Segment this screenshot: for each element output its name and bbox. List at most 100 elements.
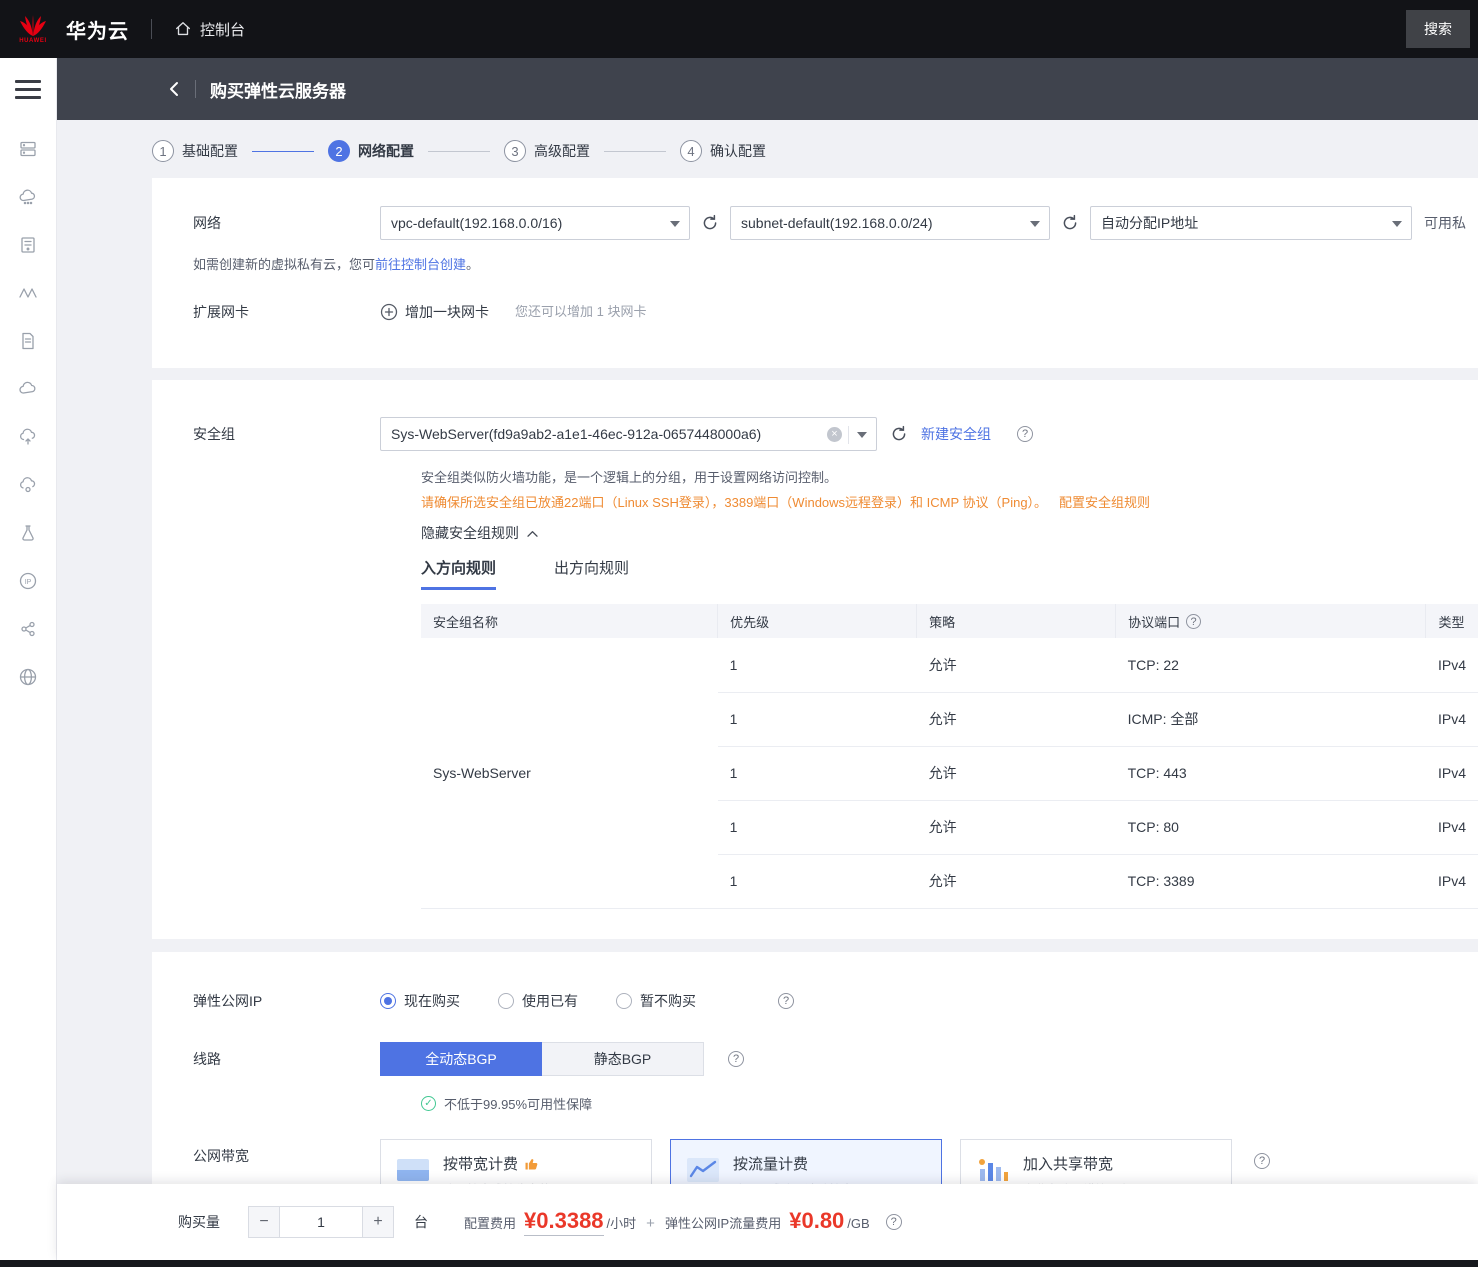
radio-label: 使用已有 (522, 992, 578, 1009)
chevron-down-icon (857, 432, 867, 438)
line-help-icon[interactable] (728, 1050, 744, 1067)
radio-use-existing[interactable]: 使用已有 (498, 991, 578, 1011)
search-button[interactable]: 搜索 (1406, 10, 1470, 48)
step-basic[interactable]: 1 基础配置 (152, 140, 238, 162)
nic-label: 扩展网卡 (193, 304, 249, 320)
bw-title: 按流量计费 (733, 1155, 809, 1173)
bandwidth-help-icon[interactable] (1254, 1152, 1270, 1169)
step-advanced[interactable]: 3 高级配置 (504, 140, 590, 162)
sidebar: IP (0, 58, 57, 1260)
new-security-group-link[interactable]: 新建安全组 (921, 424, 991, 444)
add-nic-button[interactable]: 增加一块网卡 (380, 295, 489, 329)
col-priority: 优先级 (717, 604, 918, 638)
server-stack-icon[interactable] (18, 139, 38, 159)
plus-sign: + (646, 1215, 655, 1232)
hide-rules-toggle[interactable]: 隐藏安全组规则 (421, 523, 1478, 543)
security-card: 安全组 Sys-WebServer(fd9a9ab2-a1e1-46ec-912… (152, 380, 1478, 939)
back-icon[interactable] (167, 81, 181, 97)
step-line (252, 150, 314, 152)
menu-icon[interactable] (15, 80, 41, 99)
step-confirm[interactable]: 4 确认配置 (680, 140, 766, 162)
step-3-label: 高级配置 (534, 143, 590, 159)
bw-card-shared[interactable]: 加入共享带宽 多业务流量错峰分布场景 (960, 1138, 1232, 1184)
flask-icon[interactable] (18, 523, 38, 543)
eip-label: 弹性公网IP (193, 992, 263, 1009)
type-cell: IPv4 (1425, 692, 1478, 747)
cloud-icon[interactable] (18, 379, 38, 399)
home-icon (174, 20, 192, 38)
bw-card-traffic[interactable]: 按流量计费 流量小或流量波动较大场景 (670, 1138, 942, 1185)
page-header: 购买弹性云服务器 (57, 58, 1478, 120)
policy-cell: 允许 (916, 746, 1116, 801)
quantity-input[interactable] (280, 1206, 362, 1238)
main-content: 1 基础配置 2 网络配置 3 高级配置 4 确认配置 网络 vpc-defau… (57, 120, 1478, 1184)
tab-inbound[interactable]: 入方向规则 (421, 557, 497, 590)
step-1-label: 基础配置 (182, 143, 238, 159)
type-cell: IPv4 (1425, 746, 1478, 801)
ip-assign-select[interactable]: 自动分配IP地址 (1090, 206, 1412, 240)
console-create-link[interactable]: 前往控制台创建 (375, 257, 466, 272)
radio-label: 暂不购买 (640, 992, 696, 1009)
cloud-dots-icon[interactable] (18, 187, 38, 207)
clear-icon[interactable] (827, 427, 842, 442)
huawei-flower-icon (18, 14, 48, 37)
fee-help-icon[interactable] (885, 1214, 902, 1230)
bandwidth-label: 公网带宽 (193, 1147, 249, 1164)
bw-title: 加入共享带宽 (1023, 1155, 1114, 1173)
rule-tabs: 入方向规则 出方向规则 (421, 557, 1478, 590)
security-group-value: Sys-WebServer(fd9a9ab2-a1e1-46ec-912a-06… (391, 426, 762, 442)
type-cell: IPv4 (1425, 638, 1478, 693)
step-2-label: 网络配置 (358, 143, 414, 159)
traffic-chart-icon (685, 1155, 721, 1185)
security-help-icon[interactable] (1017, 426, 1033, 442)
step-4-label: 确认配置 (710, 143, 766, 159)
seg-static-bgp[interactable]: 静态BGP (542, 1041, 704, 1076)
chevron-down-icon (1392, 221, 1402, 227)
security-rules-table: 安全组名称 优先级 策略 协议端口 类型 Sys-WebServer 1 允许 … (421, 604, 1478, 909)
ip-icon[interactable]: IP (18, 571, 38, 591)
radio-not-now[interactable]: 暂不购买 (616, 991, 696, 1011)
cloud-upload-icon[interactable] (18, 427, 38, 447)
server-icon[interactable] (18, 235, 38, 255)
quantity-stepper (248, 1206, 394, 1238)
priority-cell: 1 (717, 746, 917, 801)
cloud-node-icon[interactable] (18, 475, 38, 495)
refresh-subnet-icon[interactable] (1060, 213, 1080, 233)
increase-button[interactable] (362, 1206, 394, 1238)
protocol-cell: TCP: 80 (1115, 800, 1426, 855)
brand-name[interactable]: 华为云 (66, 15, 129, 44)
configure-rules-link[interactable]: 配置安全组规则 (1059, 495, 1150, 510)
wave-icon[interactable] (18, 283, 38, 303)
huawei-logo[interactable]: HUAWEI (10, 14, 56, 44)
radio-icon (616, 992, 632, 1009)
warning-text: 请确保所选安全组已放通22端口（Linux SSH登录），3389端口（Wind… (421, 495, 1048, 510)
vpc-select[interactable]: vpc-default(192.168.0.0/16) (380, 206, 690, 240)
document-icon[interactable] (18, 331, 38, 351)
refresh-vpc-icon[interactable] (700, 213, 720, 233)
traffic-fee-unit: /GB (847, 1216, 870, 1231)
radio-buy-now[interactable]: 现在购买 (380, 991, 460, 1011)
network-card: 网络 vpc-default(192.168.0.0/16) subnet-de… (152, 178, 1478, 368)
hint-text: 如需创建新的虚拟私有云，您可 (193, 257, 376, 272)
priority-cell: 1 (717, 692, 917, 747)
security-group-select[interactable]: Sys-WebServer(fd9a9ab2-a1e1-46ec-912a-06… (380, 417, 877, 451)
bw-title: 按带宽计费 (443, 1155, 519, 1173)
step-network[interactable]: 2 网络配置 (328, 140, 414, 162)
step-4-circle: 4 (680, 140, 702, 162)
share-nodes-icon[interactable] (18, 619, 38, 639)
globe-icon[interactable] (18, 667, 38, 687)
col-group-name: 安全组名称 (421, 604, 719, 638)
bw-card-bandwidth[interactable]: 按带宽计费 流量较大或较稳定的场景 (380, 1138, 652, 1184)
refresh-sg-icon[interactable] (889, 424, 909, 444)
decrease-button[interactable] (248, 1206, 280, 1238)
console-link[interactable]: 控制台 (174, 19, 245, 40)
tab-outbound[interactable]: 出方向规则 (554, 557, 629, 590)
step-indicator: 1 基础配置 2 网络配置 3 高级配置 4 确认配置 (152, 136, 1478, 166)
huawei-logo-caption: HUAWEI (19, 37, 47, 44)
type-cell: IPv4 (1425, 800, 1478, 855)
protocol-help-icon[interactable] (1186, 613, 1202, 629)
topbar: HUAWEI 华为云 控制台 搜索 (0, 0, 1478, 58)
eip-help-icon[interactable] (778, 992, 794, 1009)
seg-dynamic-bgp[interactable]: 全动态BGP (380, 1041, 542, 1076)
subnet-select[interactable]: subnet-default(192.168.0.0/24) (730, 206, 1050, 240)
